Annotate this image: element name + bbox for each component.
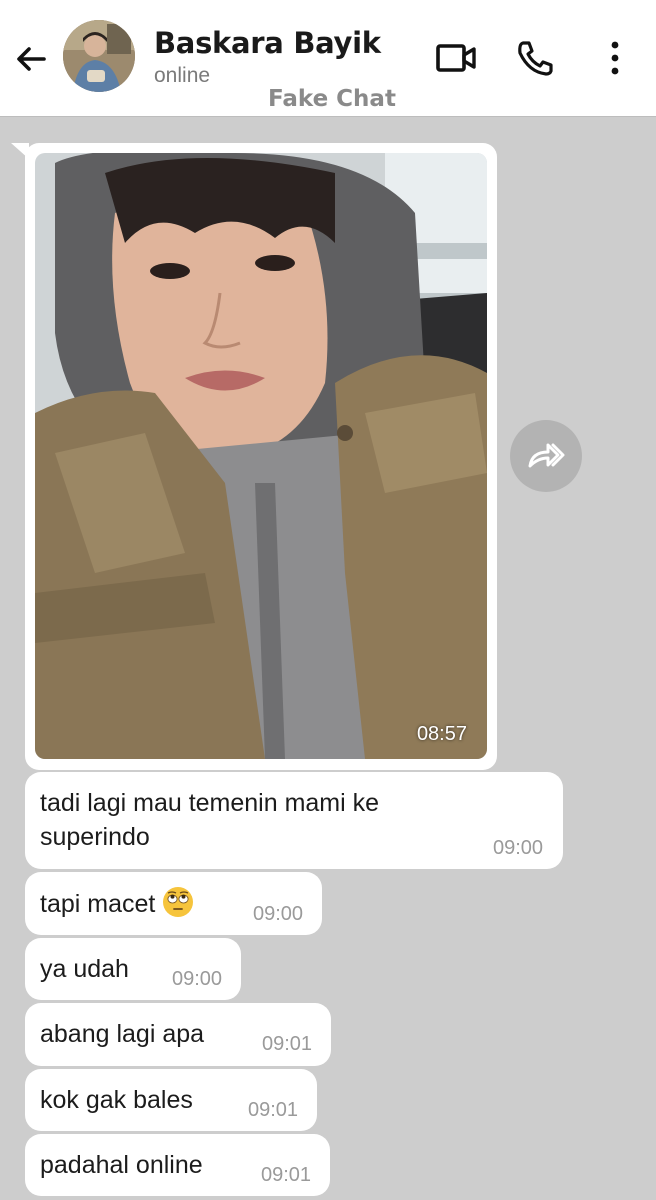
- message-bubble[interactable]: kok gak bales 09:01: [25, 1069, 317, 1131]
- message-line: superindo: [40, 823, 150, 851]
- voice-call-button[interactable]: [514, 38, 558, 78]
- watermark-text: Fake Chat: [268, 86, 396, 112]
- avatar[interactable]: [63, 20, 135, 92]
- message-bubble[interactable]: tadi lagi mau temenin mami ke superindo …: [25, 772, 563, 869]
- message-timestamp: 09:01: [262, 1033, 313, 1055]
- message-timestamp: 09:00: [493, 837, 544, 859]
- back-button[interactable]: [10, 38, 52, 80]
- message-timestamp: 09:00: [172, 968, 223, 990]
- message-text: abang lagi apa: [40, 1020, 205, 1048]
- video-call-icon: [436, 44, 476, 72]
- message-text: kok gak bales: [40, 1086, 193, 1114]
- message-bubble[interactable]: tapi macet 09:00: [25, 872, 322, 935]
- message-text: tapi macet: [40, 886, 194, 921]
- photo-message[interactable]: 08:57: [25, 143, 497, 770]
- message-timestamp: 09:00: [253, 903, 304, 925]
- phone-call-icon: [518, 41, 553, 76]
- selfie-photo[interactable]: 08:57: [35, 153, 487, 759]
- contact-status: online: [154, 64, 211, 87]
- more-vert-icon: [611, 41, 619, 75]
- message-line: tadi lagi mau temenin mami ke: [40, 789, 380, 817]
- photo-image: [35, 153, 487, 759]
- chat-header: Baskara Bayik online Fake Chat: [0, 0, 656, 117]
- face-with-rolling-eyes-icon: [163, 887, 194, 917]
- video-call-button[interactable]: [434, 38, 478, 78]
- message-timestamp: 09:01: [248, 1099, 299, 1121]
- message-bubble[interactable]: padahal online 09:01: [25, 1134, 330, 1196]
- message-bubble[interactable]: ya udah 09:00: [25, 938, 241, 1000]
- message-text: ya udah: [40, 955, 129, 983]
- message-text: padahal online: [40, 1151, 203, 1179]
- message-timestamp: 09:01: [261, 1164, 312, 1186]
- message-bubble[interactable]: abang lagi apa 09:01: [25, 1003, 331, 1066]
- back-arrow-icon: [17, 47, 46, 71]
- contact-name[interactable]: Baskara Bayik: [154, 26, 381, 60]
- message-line: tapi macet: [40, 890, 156, 918]
- forward-button[interactable]: [510, 420, 582, 492]
- photo-timestamp: 08:57: [416, 723, 467, 745]
- message-text: tadi lagi mau temenin mami ke superindo: [40, 786, 379, 854]
- forward-icon: [528, 443, 565, 468]
- avatar-photo: [63, 20, 135, 92]
- more-options-button[interactable]: [600, 38, 630, 78]
